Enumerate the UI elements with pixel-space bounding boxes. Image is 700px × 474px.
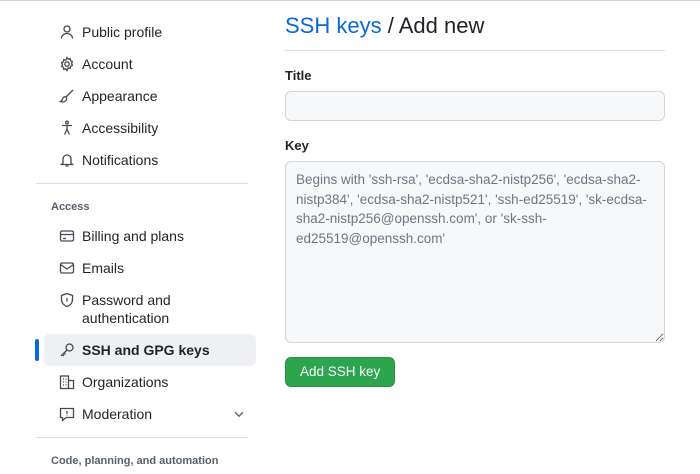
add-ssh-key-button[interactable]: Add SSH key — [285, 357, 396, 387]
accessibility-icon — [59, 120, 75, 136]
sidebar-item-label: Organizations — [82, 374, 169, 390]
sidebar-heading-access: Access — [51, 201, 90, 213]
sidebar-item-public-profile[interactable]: Public profile — [44, 16, 256, 48]
gear-icon — [59, 56, 75, 72]
title-input[interactable] — [285, 91, 665, 121]
page-title: SSH keys / Add new — [285, 12, 665, 40]
sidebar-item-label: Emails — [82, 260, 125, 276]
sidebar-heading-code: Code, planning, and automation — [51, 455, 219, 467]
sidebar-item-billing[interactable]: Billing and plans — [44, 220, 256, 252]
key-icon — [59, 342, 75, 358]
sidebar-item-label: Password and authentication — [82, 292, 171, 326]
settings-sidebar: Public profile Account Appearance Access… — [35, 16, 256, 474]
sidebar-item-label: Accessibility — [82, 120, 159, 136]
sidebar-item-moderation[interactable]: Moderation — [44, 398, 256, 430]
sidebar-item-label: Account — [82, 56, 133, 72]
sidebar-item-password[interactable]: Password and authentication — [44, 284, 256, 334]
sidebar-item-label: Moderation — [82, 406, 153, 422]
organization-icon — [59, 374, 75, 390]
report-icon — [59, 406, 75, 422]
top-border — [0, 0, 700, 1]
sidebar-item-label: Public profile — [82, 24, 163, 40]
sidebar-item-notifications[interactable]: Notifications — [44, 144, 256, 176]
sidebar-divider — [36, 437, 248, 438]
sidebar-item-emails[interactable]: Emails — [44, 252, 256, 284]
bell-icon — [59, 152, 75, 168]
chevron-down-icon[interactable] — [232, 407, 246, 421]
sidebar-divider — [36, 183, 248, 184]
title-divider — [285, 50, 665, 51]
breadcrumb-ssh-keys-link[interactable]: SSH keys — [285, 13, 382, 38]
sidebar-item-account[interactable]: Account — [44, 48, 256, 80]
person-icon — [59, 24, 75, 40]
breadcrumb-separator: / — [381, 13, 399, 38]
main-content: SSH keys / Add new Title Key Add SSH key — [285, 12, 665, 387]
paintbrush-icon — [59, 88, 75, 104]
title-label: Title — [285, 68, 312, 83]
mail-icon — [59, 260, 75, 276]
sidebar-item-label: SSH and GPG keys — [82, 342, 210, 358]
credit-card-icon — [59, 228, 75, 244]
shield-lock-icon — [59, 292, 75, 308]
key-label: Key — [285, 138, 309, 153]
breadcrumb-current: Add new — [398, 13, 485, 38]
sidebar-item-ssh-gpg-keys[interactable]: SSH and GPG keys — [35, 334, 256, 366]
key-textarea[interactable] — [285, 161, 665, 343]
sidebar-item-label: Billing and plans — [82, 228, 184, 244]
sidebar-item-organizations[interactable]: Organizations — [44, 366, 256, 398]
sidebar-item-label: Notifications — [82, 152, 159, 168]
sidebar-item-label: Appearance — [82, 88, 158, 104]
sidebar-item-accessibility[interactable]: Accessibility — [44, 112, 256, 144]
sidebar-item-appearance[interactable]: Appearance — [44, 80, 256, 112]
